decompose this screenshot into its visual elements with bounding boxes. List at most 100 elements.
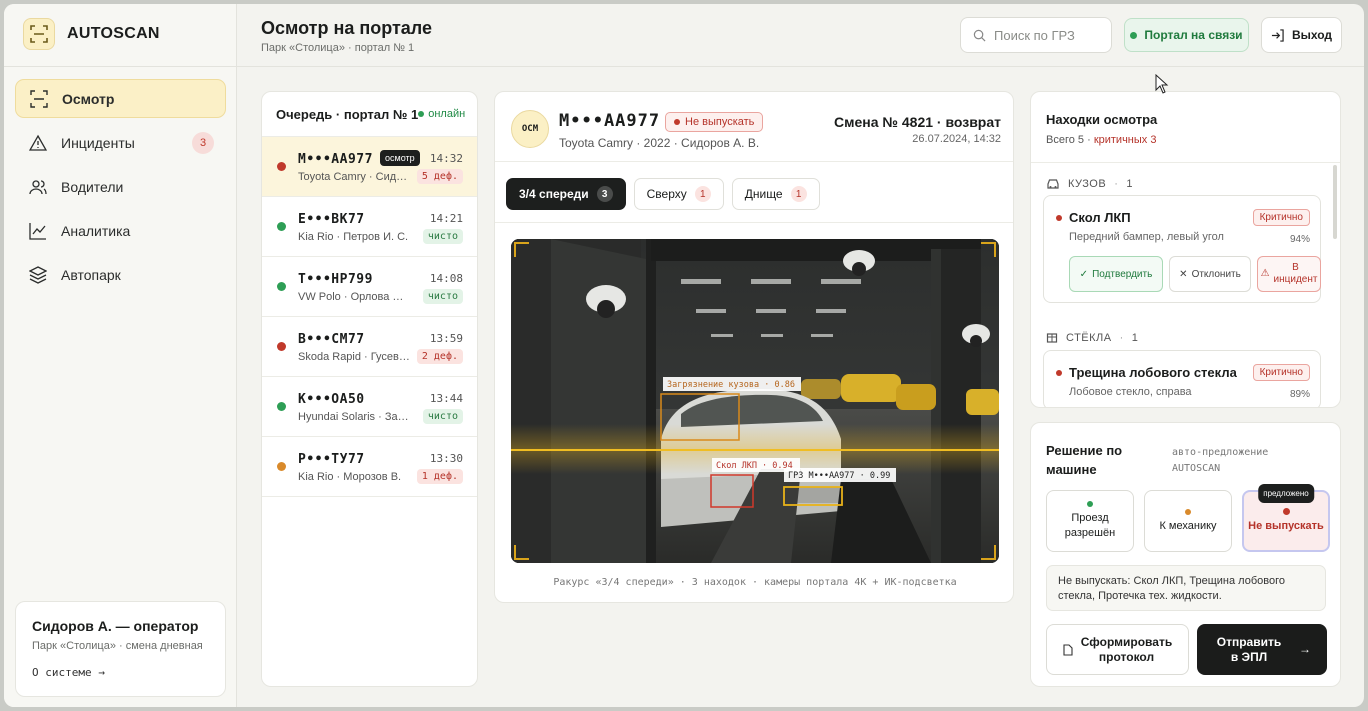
decision-options: Проезд разрешён К механику предложено Не…	[1046, 484, 1330, 552]
sidebar: AUTOSCAN Осмотр Инциденты 3 Водители Ана…	[4, 4, 237, 707]
option-to-mechanic[interactable]: К механику	[1144, 490, 1232, 552]
shift-date: 26.07.2024, 14:32	[912, 133, 1001, 145]
status-dot-icon	[1087, 501, 1093, 507]
tab-top[interactable]: Сверху 1	[633, 178, 724, 210]
sidebar-item-incidents[interactable]: Инциденты 3	[15, 123, 226, 162]
option-label: Не выпускать	[1248, 520, 1324, 532]
queue-time: 14:32	[429, 152, 463, 165]
severity-dot-icon	[1056, 215, 1062, 221]
camera-view[interactable]: Загрязнение кузова · 0.86 Скол ЛКП · 0.9…	[511, 239, 999, 563]
option-do-not-release[interactable]: предложено Не выпускать	[1242, 484, 1330, 552]
decision-reason: Не выпускать: Скол ЛКП, Трещина лобового…	[1046, 565, 1326, 611]
status-dot-icon	[674, 119, 680, 125]
sidebar-item-analytics[interactable]: Аналитика	[15, 211, 226, 250]
status-dot-icon	[1282, 508, 1290, 515]
sidebar-item-drivers[interactable]: Водители	[15, 167, 226, 206]
status-dot-icon	[277, 222, 286, 231]
queue-row[interactable]: Т•••НР799 14:08 VW Polo · Орлова М. А. чист…	[262, 257, 477, 317]
arrow-right-icon: →	[1299, 642, 1311, 656]
shift-number: Смена № 4821 · возврат	[833, 114, 1001, 130]
vehicle-header: ОСМ М•••АА977 Не выпускать Toyota Camry …	[495, 92, 1013, 162]
queue-status-badge: 1 деф.	[416, 469, 463, 484]
queue-header: Очередь · портал № 1 онлайн	[262, 92, 477, 137]
confirm-button[interactable]: ✓ Подтвердить	[1069, 256, 1163, 292]
decision-panel: Решение по машине авто-предложение AUTOS…	[1030, 422, 1341, 687]
option-pass-allowed[interactable]: Проезд разрешён	[1046, 490, 1134, 552]
queue-plate: В•••СМ77	[298, 332, 365, 347]
queue-plate: Т•••НР799	[298, 272, 373, 287]
queue-status-badge: чисто	[422, 409, 463, 424]
about-link[interactable]: О системе →	[32, 666, 209, 679]
reject-label: Отклонить	[1191, 268, 1241, 280]
finding-card-windshield[interactable]: Трещина лобового стекла Лобовое стекло, …	[1043, 350, 1321, 407]
send-to-epl-button[interactable]: Отправить в ЭПЛ →	[1197, 624, 1327, 675]
tab-count-badge: 1	[790, 186, 807, 202]
sidebar-item-label: Осмотр	[62, 90, 115, 107]
divider	[495, 222, 1013, 223]
logout-label: Выход	[1291, 28, 1333, 42]
queue-plate: К•••ОА50	[298, 392, 365, 407]
send-label: Отправить в ЭПЛ	[1216, 634, 1282, 664]
tab-underbody[interactable]: Днище 1	[731, 178, 820, 210]
findings-panel: Находки осмотра Всего 5 · критичных 3 КУ…	[1030, 91, 1341, 408]
auto-suggestion-label: авто-предложение AUTOSCAN	[1172, 447, 1269, 474]
generate-protocol-button[interactable]: Сформировать протокол	[1046, 624, 1189, 675]
queue-row[interactable]: Р•••ТУ77 13:30 Kia Rio · Морозов В. 1 деф.	[262, 437, 477, 497]
sidebar-item-label: Водители	[61, 178, 124, 195]
queue-time: 13:44	[429, 392, 463, 405]
brand[interactable]: AUTOSCAN	[23, 18, 160, 50]
option-label: Проезд разрешён	[1064, 512, 1116, 539]
confidence-value: 89%	[1289, 389, 1310, 400]
queue-online-label: онлайн	[428, 108, 466, 120]
tab-label: Сверху	[646, 187, 687, 201]
queue-time: 13:59	[429, 332, 463, 345]
group-body: КУЗОВ · 1	[1046, 178, 1133, 190]
queue-row[interactable]: Е•••ВК77 14:21 Kia Rio · Петров И. С. чисто	[262, 197, 477, 257]
severity-dot-icon	[1056, 370, 1062, 376]
glass-icon	[1046, 333, 1058, 343]
queue-row[interactable]: К•••ОА50 13:44 Hyundai Solaris · Зайцев П.…	[262, 377, 477, 437]
brand-logo-icon	[23, 18, 55, 50]
findings-scrollbar[interactable]	[1333, 165, 1337, 239]
camera-tabs: 3/4 спереди 3 Сверху 1 Днище 1	[506, 178, 820, 210]
severity-badge: Критично	[1252, 364, 1310, 381]
group-label: СТЁКЛА	[1066, 332, 1112, 344]
queue-row[interactable]: В•••СМ77 13:59 Skoda Rapid · Гусев Д. О. 2 …	[262, 317, 477, 377]
sidebar-item-inspection[interactable]: Осмотр	[15, 79, 226, 118]
queue-title: Очередь · портал № 1	[276, 106, 419, 122]
tab-label: 3/4 спереди	[519, 187, 589, 201]
divider	[1031, 162, 1340, 163]
group-count: 1	[1131, 332, 1139, 344]
group-count: 1	[1126, 178, 1133, 190]
finding-location: Лобовое стекло, справа	[1069, 386, 1192, 398]
layers-icon	[29, 265, 47, 284]
portal-status-badge: Портал на связи	[1124, 18, 1249, 52]
search-input[interactable]	[994, 27, 1104, 43]
reject-button[interactable]: ✕ Отклонить	[1169, 256, 1251, 292]
logout-button[interactable]: Выход	[1261, 17, 1342, 53]
queue-row[interactable]: М•••АА977 осмотр 14:32 Toyota Camry · Сидор…	[262, 137, 477, 197]
findings-critical: критичных 3	[1093, 134, 1157, 146]
camera-frame-image: Загрязнение кузова · 0.86 Скол ЛКП · 0.9…	[511, 239, 999, 563]
check-icon: ✓	[1079, 268, 1089, 280]
to-incident-button[interactable]: ⚠ В инцидент	[1257, 256, 1321, 292]
sidebar-item-fleet[interactable]: Автопарк	[15, 255, 226, 294]
sidebar-nav: Осмотр Инциденты 3 Водители Аналитика Ав…	[15, 79, 226, 299]
status-dot-icon	[1185, 508, 1191, 515]
finding-title: Трещина лобового стекла	[1069, 365, 1237, 380]
detection-label-dirt: Загрязнение кузова · 0.86	[667, 380, 795, 390]
tab-front-three-quarter[interactable]: 3/4 спереди 3	[506, 178, 626, 210]
queue-status-badge: 2 деф.	[416, 349, 463, 364]
queue-online-indicator: онлайн	[418, 108, 465, 120]
chart-icon	[29, 222, 46, 240]
page-subtitle: Парк «Столица» · портал № 1	[261, 42, 415, 54]
option-label: К механику	[1159, 519, 1217, 532]
finding-card-chip[interactable]: Скол ЛКП Передний бампер, левый угол Кри…	[1043, 195, 1321, 303]
detection-label-chip: Скол ЛКП · 0.94	[716, 461, 793, 471]
tab-count-badge: 3	[596, 186, 613, 202]
search-box[interactable]	[960, 17, 1112, 53]
incident-label: В инцидент	[1273, 262, 1318, 285]
sidebar-item-label: Инциденты	[61, 134, 135, 151]
finding-title: Скол ЛКП	[1069, 210, 1131, 225]
findings-summary: Всего 5 · критичных 3	[1046, 134, 1156, 146]
